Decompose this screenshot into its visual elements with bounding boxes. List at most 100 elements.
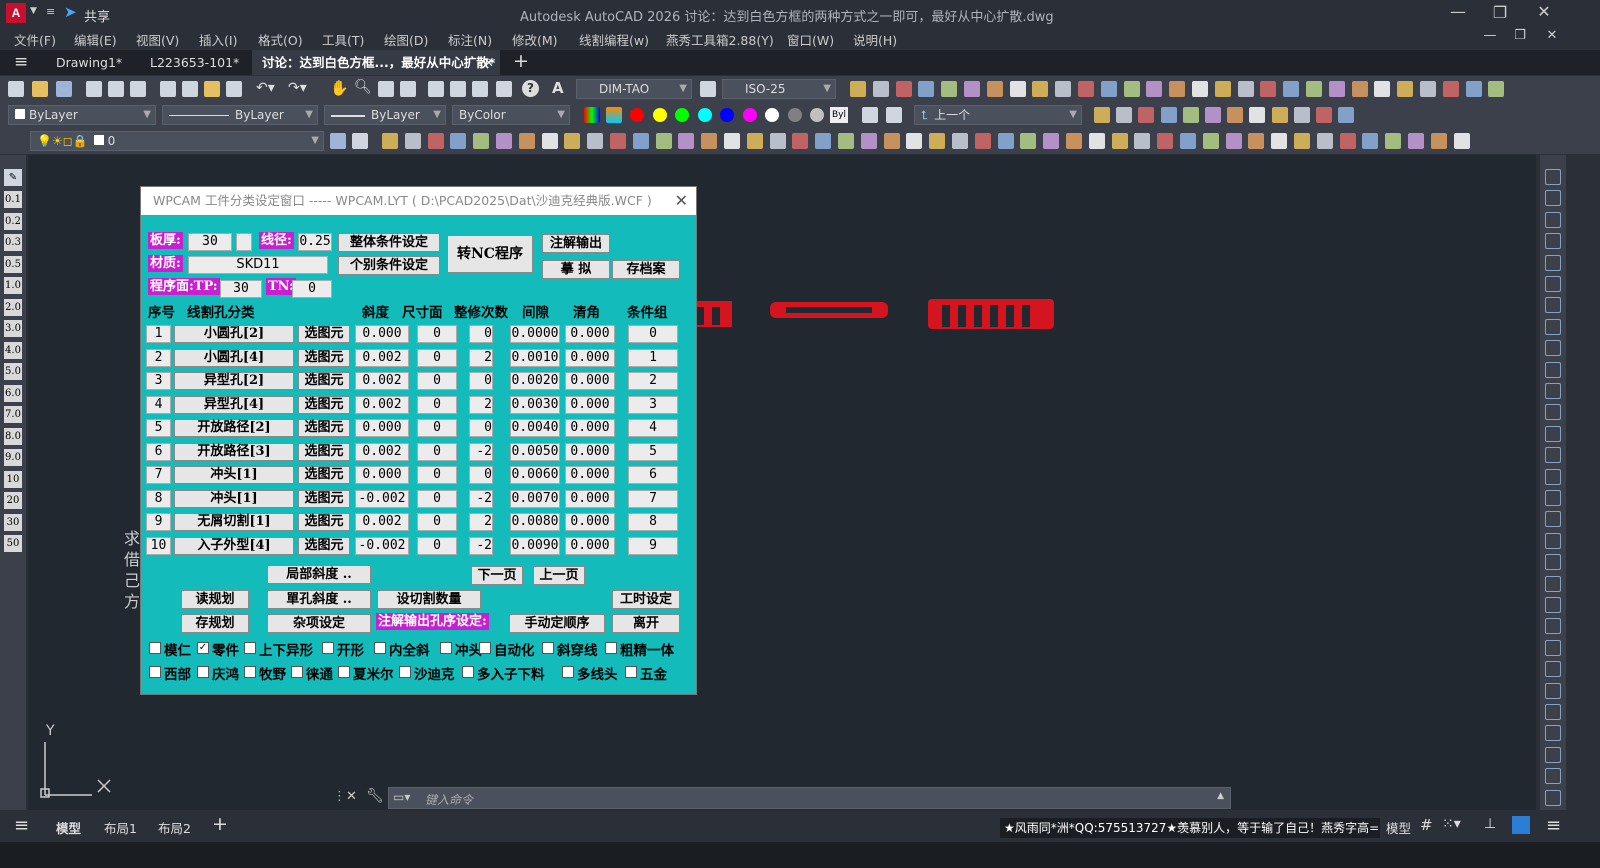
row-trim-input[interactable]: -2 (469, 442, 493, 461)
toolbar-wirecut-icon[interactable] (655, 133, 672, 149)
toolbar-tool-icon[interactable] (1374, 81, 1391, 97)
dimension-tool-icon[interactable] (1545, 447, 1561, 464)
pencil-icon[interactable]: ✎ (4, 169, 22, 186)
toolbar-wirecut-icon[interactable] (382, 133, 398, 149)
dimension-tool-icon[interactable] (1545, 490, 1561, 506)
row-corner-input[interactable]: 0.000 (565, 372, 615, 390)
toolbar-wirecut-icon[interactable] (1111, 133, 1128, 149)
toolbar-tool-icon[interactable] (895, 81, 912, 97)
checkbox[interactable] (149, 666, 161, 678)
color-swatch[interactable] (697, 108, 712, 122)
bylayer-button[interactable]: Byl (830, 107, 848, 123)
tp-input[interactable]: 30 (220, 280, 262, 298)
misc-settings-button[interactable]: 杂项设定 (267, 614, 371, 633)
checkbox[interactable] (244, 666, 256, 678)
toolbar-wirecut-icon[interactable] (838, 133, 854, 149)
toolbar-tool-icon[interactable] (941, 81, 958, 97)
scale-button[interactable]: 2.0 (4, 298, 22, 316)
new-tab-button[interactable]: + (513, 50, 529, 72)
toolbar-tool-icon[interactable] (1351, 81, 1368, 97)
share-button[interactable]: 共享 (84, 6, 110, 25)
prev-page-button[interactable]: 上一页 (533, 566, 585, 585)
row-taper-input[interactable]: 0.000 (355, 419, 409, 437)
lineweight-select[interactable]: ByLayer ▼ (324, 105, 446, 125)
row-face-input[interactable]: 0 (417, 466, 457, 484)
row-number[interactable]: 9 (146, 513, 171, 531)
command-history-icon[interactable]: ▲ (1217, 791, 1224, 801)
preview-icon[interactable] (108, 81, 124, 97)
toolbar-wirecut-icon[interactable] (1339, 133, 1356, 149)
customize-icon[interactable]: ≡ (1546, 815, 1561, 836)
dimension-tool-icon[interactable] (1545, 383, 1561, 399)
toolbar-wirecut-icon[interactable] (541, 133, 558, 149)
row-class-button[interactable]: 小圆孔[4] (174, 348, 294, 367)
toolbar-tool-icon[interactable] (850, 81, 866, 97)
color-swatch[interactable] (675, 108, 689, 122)
tab-model[interactable]: 模型 (56, 818, 81, 837)
toolbar-wirecut-icon[interactable] (1066, 133, 1082, 149)
row-pick-button[interactable]: 选图元 (298, 513, 350, 531)
toolbar-wirecut-icon[interactable] (997, 133, 1014, 149)
scale-button[interactable]: 3.0 (4, 320, 22, 337)
checkbox[interactable] (605, 642, 617, 654)
new-icon[interactable] (8, 81, 24, 97)
dimension-tool-icon[interactable] (1545, 297, 1561, 314)
pan-icon[interactable]: ✋ (330, 79, 349, 97)
tool-palettes-icon[interactable] (472, 81, 488, 97)
layer-select[interactable]: 💡☀◻🔒 0 ▼ (30, 131, 324, 151)
undo-icon[interactable]: ↶▾ (256, 80, 275, 96)
toolbar-view-icon[interactable] (1182, 107, 1199, 123)
material-input[interactable]: SKD11 (188, 256, 328, 274)
toolbar-tool-icon[interactable] (1328, 81, 1345, 97)
scale-button[interactable]: 8.0 (4, 427, 22, 445)
save-plan-button[interactable]: 存规划 (181, 614, 249, 633)
row-class-button[interactable]: 异型孔[2] (174, 372, 294, 390)
row-pick-button[interactable]: 选图元 (298, 466, 350, 484)
row-number[interactable]: 4 (146, 395, 171, 414)
row-trim-input[interactable]: -2 (469, 536, 493, 555)
dimension-tool-icon[interactable] (1545, 597, 1561, 613)
row-number[interactable]: 8 (146, 489, 171, 508)
row-taper-input[interactable]: -0.002 (355, 489, 409, 508)
row-group-input[interactable]: 0 (628, 325, 678, 343)
dimension-tool-icon[interactable] (1545, 340, 1561, 357)
dimension-tool-icon[interactable] (1545, 404, 1561, 421)
checkbox[interactable] (197, 666, 209, 678)
toolbar-wirecut-icon[interactable] (1385, 133, 1402, 149)
thickness-unit-input[interactable] (236, 233, 252, 251)
menu-window[interactable]: 窗口(W) (787, 30, 834, 49)
toolbar-tool-icon[interactable] (1488, 81, 1505, 97)
row-face-input[interactable]: 0 (417, 419, 457, 437)
row-face-input[interactable]: 0 (417, 372, 457, 390)
all-condition-button[interactable]: 整体条件设定 (338, 233, 440, 252)
command-grip-icon[interactable]: ⋮ (333, 789, 346, 804)
color-swatch[interactable] (720, 108, 734, 122)
scale-button[interactable]: 5.0 (4, 363, 22, 380)
save-icon[interactable] (56, 81, 72, 97)
menu-format[interactable]: 格式(O) (258, 30, 303, 49)
cut-icon[interactable] (160, 81, 176, 97)
toolbar-wirecut-icon[interactable] (427, 133, 444, 149)
dimension-tool-icon[interactable] (1545, 532, 1561, 549)
row-trim-input[interactable]: 0 (469, 466, 493, 484)
row-group-input[interactable]: 1 (628, 348, 678, 367)
worktime-button[interactable]: 工时设定 (612, 590, 680, 609)
row-number[interactable]: 1 (146, 325, 171, 343)
dimension-tool-icon[interactable] (1545, 211, 1561, 228)
toolbar-wirecut-icon[interactable] (724, 133, 740, 149)
dimension-tool-icon[interactable] (1545, 511, 1561, 528)
toolbar-view-icon[interactable] (1249, 107, 1266, 123)
toolbar-wirecut-icon[interactable] (974, 133, 991, 149)
menu-help[interactable]: 说明(H) (853, 30, 897, 49)
ucs2-icon[interactable] (886, 107, 902, 123)
row-face-input[interactable]: 0 (417, 513, 457, 531)
paste-icon[interactable] (204, 81, 220, 97)
dimension-tool-icon[interactable] (1545, 704, 1561, 720)
row-face-input[interactable]: 0 (417, 395, 457, 414)
dimension-tool-icon[interactable] (1545, 789, 1561, 806)
toolbar-wirecut-icon[interactable] (883, 133, 900, 149)
row-gap-input[interactable]: 0.0000 (510, 325, 560, 343)
color-swatch[interactable] (787, 108, 802, 122)
toolbar-wirecut-icon[interactable] (1453, 133, 1470, 149)
wrench-icon[interactable]: 🔧︎ (366, 788, 384, 804)
